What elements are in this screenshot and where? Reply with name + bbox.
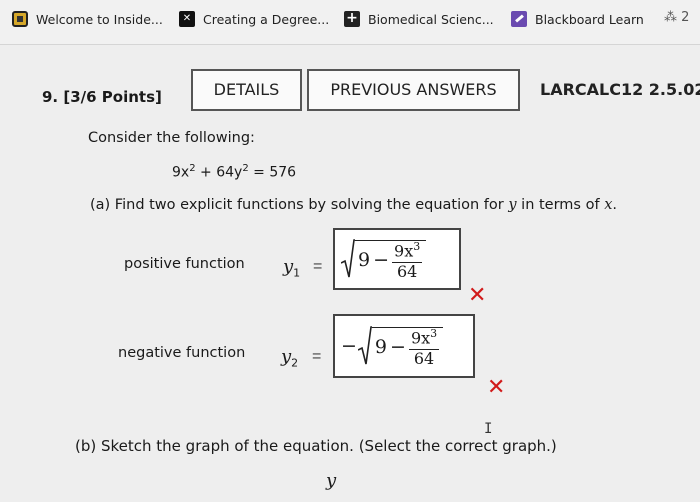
question-number: 9. [3/6 Points] [42, 88, 162, 106]
lock-icon [12, 11, 28, 27]
equals-sign: = [312, 348, 322, 365]
bookmark-label: Welcome to Inside... [36, 11, 163, 27]
equals-sign: = [313, 258, 323, 275]
question-header: 9. [3/6 Points] DETAILS PREVIOUS ANSWERS… [0, 68, 700, 118]
bookmark-blackboard[interactable]: Blackboard Learn [511, 11, 644, 27]
text-cursor-icon: I [484, 421, 493, 437]
course-code: LARCALC12 2.5.02 [540, 80, 700, 99]
bookmark-creating-degree[interactable]: ✕ Creating a Degree... [179, 11, 329, 27]
negative-function-answer[interactable]: − 9 − 9x3 64 [333, 314, 475, 378]
bookmark-biomedical[interactable]: + Biomedical Scienc... [344, 11, 494, 27]
part-b-instruction: (b) Sketch the graph of the equation. (S… [75, 437, 557, 455]
graph-y-axis-label: y [326, 470, 337, 491]
incorrect-x-icon: ✕ [487, 375, 506, 400]
prompt-text: Consider the following: [88, 130, 255, 146]
square-root: 9 − 9x3 64 [341, 238, 427, 281]
equation: 9x2 + 64y2 = 576 [172, 163, 297, 181]
incorrect-x-icon: ✕ [468, 283, 487, 308]
y2-variable: y2 [281, 346, 299, 370]
previous-answers-button[interactable]: PREVIOUS ANSWERS [307, 69, 520, 111]
negative-function-label: negative function [118, 345, 246, 361]
square-root: 9 − 9x3 64 [357, 325, 444, 368]
positive-function-label: positive function [124, 256, 245, 272]
plus-icon: + [344, 11, 360, 27]
bookmark-label: Blackboard Learn [535, 11, 644, 27]
x-icon: ✕ [179, 11, 195, 27]
y1-variable: y1 [283, 256, 301, 280]
details-button[interactable]: DETAILS [191, 69, 302, 111]
blackboard-icon [511, 11, 527, 27]
positive-function-answer[interactable]: 9 − 9x3 64 [333, 228, 461, 290]
bookmark-welcome[interactable]: Welcome to Inside... [12, 11, 163, 27]
part-a-instruction: (a) Find two explicit functions by solvi… [90, 197, 617, 213]
bookmark-label: Biomedical Scienc... [368, 11, 494, 27]
translate-icon[interactable]: ⁂ 2 [664, 10, 689, 25]
bookmark-label: Creating a Degree... [203, 11, 330, 27]
bookmarks-bar: Welcome to Inside... ✕ Creating a Degree… [0, 0, 700, 45]
